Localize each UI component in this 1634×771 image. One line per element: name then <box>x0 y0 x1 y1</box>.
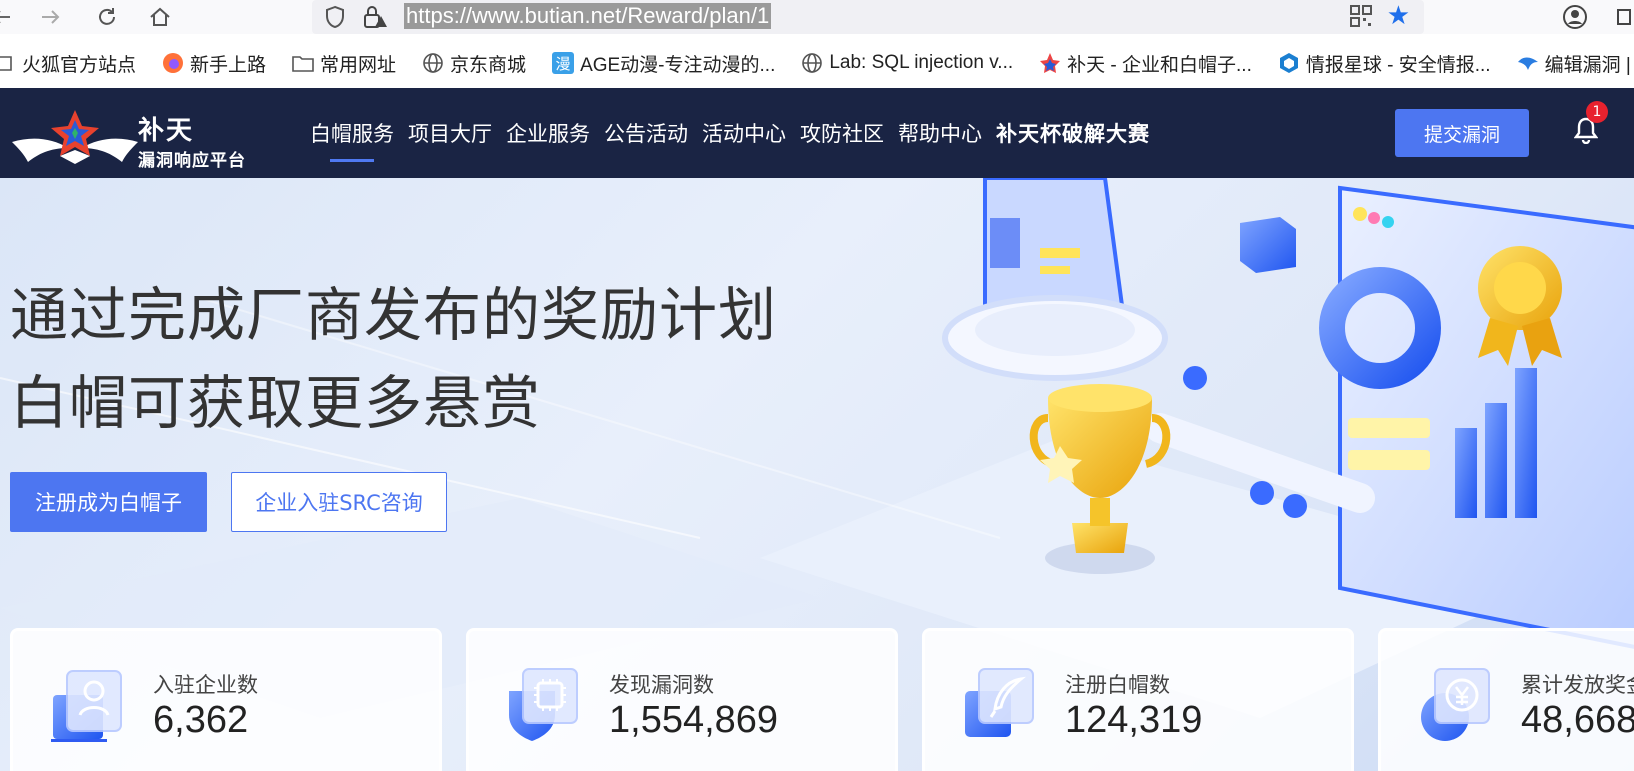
bookmark-item[interactable]: 漫 AGE动漫-专注动漫的... <box>552 50 775 77</box>
stat-value: 124,319 <box>1065 699 1203 741</box>
chip-shield-icon <box>507 667 581 747</box>
hero-section: 通过完成厂商发布的奖励计划 白帽可获取更多悬赏 注册成为白帽子 企业入驻SRC咨… <box>0 178 1634 771</box>
url-text[interactable]: https://www.butian.net/Reward/plan/1 <box>404 3 772 29</box>
logo-title: 补天 <box>138 116 195 146</box>
reload-icon[interactable] <box>92 2 122 32</box>
stat-card-bounty-total: 累计发放奖金 48,668 <box>1378 628 1634 771</box>
forward-icon[interactable] <box>36 2 66 32</box>
globe-icon <box>422 52 444 74</box>
stat-value: 48,668 <box>1521 699 1634 741</box>
hero-title-line2: 白帽可获取更多悬赏 <box>10 369 542 437</box>
stat-value: 1,554,869 <box>609 699 779 741</box>
butian-logo-icon <box>12 110 138 164</box>
bookmark-label: Lab: SQL injection v... <box>829 52 1014 73</box>
bookmark-item[interactable]: 新手上路 <box>162 50 266 77</box>
qr-code-icon[interactable] <box>1350 5 1372 31</box>
stat-label: 累计发放奖金 <box>1521 673 1634 697</box>
back-icon[interactable] <box>0 2 16 32</box>
feather-icon <box>963 667 1037 747</box>
url-bar[interactable]: https://www.butian.net/Reward/plan/1 ★ <box>312 0 1424 34</box>
bookmark-label: 情报星球 - 安全情报... <box>1305 54 1491 76</box>
stat-label: 注册白帽数 <box>1065 673 1170 697</box>
site-logo[interactable]: 补天 漏洞响应平台 <box>10 98 250 171</box>
browser-toolbar: https://www.butian.net/Reward/plan/1 ★ <box>0 0 1634 34</box>
bookmark-item[interactable]: 常用网址 <box>292 50 396 77</box>
logo-subtitle: 漏洞响应平台 <box>138 151 246 171</box>
nav-item-activity-center[interactable]: 活动中心 <box>702 118 786 148</box>
firefox-icon <box>162 52 184 74</box>
bookmark-item[interactable]: 京东商城 <box>422 50 526 77</box>
bookmark-label: 编辑漏洞 | 教育漏洞 <box>1544 54 1634 76</box>
bookmarks-bar: 火狐官方站点 新手上路 常用网址 京东商城 漫 AGE动漫-专注动漫的... L… <box>0 46 1634 80</box>
nav-item-announcements[interactable]: 公告活动 <box>604 118 688 148</box>
nav-item-project-hall[interactable]: 项目大厅 <box>408 118 492 148</box>
account-icon[interactable] <box>1562 4 1588 34</box>
stat-label: 入驻企业数 <box>153 673 258 697</box>
bookmark-label: 补天 - 企业和白帽子... <box>1067 54 1252 76</box>
folder-icon <box>292 52 314 74</box>
bookmark-item[interactable]: 补天 - 企业和白帽子... <box>1039 50 1252 77</box>
bookmark-label: AGE动漫-专注动漫的... <box>580 54 776 76</box>
submit-vulnerability-button[interactable]: 提交漏洞 <box>1395 109 1529 157</box>
age-icon: 漫 <box>552 52 575 74</box>
bookmark-label: 京东商城 <box>450 54 527 76</box>
nav-item-community[interactable]: 攻防社区 <box>800 118 884 148</box>
nav-item-help-center[interactable]: 帮助中心 <box>898 118 982 148</box>
nav-item-cracking-contest[interactable]: 补天杯破解大赛 <box>996 118 1150 148</box>
notification-badge: 1 <box>1586 101 1608 123</box>
user-badge-icon <box>51 667 125 747</box>
bookmark-label: 新手上路 <box>190 54 267 76</box>
butian-icon <box>1039 52 1061 74</box>
shield-icon[interactable] <box>324 5 346 33</box>
folder-icon <box>0 52 16 74</box>
bookmark-label: 常用网址 <box>320 54 397 76</box>
stat-card-vulnerabilities: 发现漏洞数 1,554,869 <box>466 628 898 771</box>
home-icon[interactable] <box>145 2 175 32</box>
bird-icon <box>1517 52 1539 74</box>
extensions-icon[interactable] <box>1616 6 1634 32</box>
yuan-coin-icon <box>1419 667 1493 747</box>
nav-item-enterprise-services[interactable]: 企业服务 <box>506 118 590 148</box>
stat-card-enterprises: 入驻企业数 6,362 <box>10 628 442 771</box>
stat-label: 发现漏洞数 <box>609 673 714 697</box>
nav-item-white-hat-services[interactable]: 白帽服务 <box>310 118 394 162</box>
bookmark-item[interactable]: 火狐官方站点 <box>0 50 136 77</box>
site-header: 补天 漏洞响应平台 白帽服务 项目大厅 企业服务 公告活动 活动中心 攻防社区 … <box>0 88 1634 178</box>
bookmark-item[interactable]: 编辑漏洞 | 教育漏洞 <box>1517 50 1634 77</box>
bookmark-label: 火狐官方站点 <box>22 54 137 76</box>
bookmark-item[interactable]: 情报星球 - 安全情报... <box>1278 50 1491 77</box>
stat-value: 6,362 <box>153 699 249 741</box>
stat-card-white-hats: 注册白帽数 124,319 <box>922 628 1354 771</box>
main-nav: 白帽服务 项目大厅 企业服务 公告活动 活动中心 攻防社区 帮助中心 补天杯破解… <box>310 88 1164 178</box>
globe-icon <box>801 52 823 74</box>
register-white-hat-button[interactable]: 注册成为白帽子 <box>10 472 207 532</box>
hex-icon <box>1278 52 1300 74</box>
enterprise-src-consult-button[interactable]: 企业入驻SRC咨询 <box>231 472 447 532</box>
lock-warning-icon[interactable] <box>362 4 388 34</box>
hero-title-line1: 通过完成厂商发布的奖励计划 <box>10 281 778 349</box>
bookmark-star-icon[interactable]: ★ <box>1387 3 1410 29</box>
bookmark-item[interactable]: Lab: SQL injection v... <box>801 52 1013 74</box>
